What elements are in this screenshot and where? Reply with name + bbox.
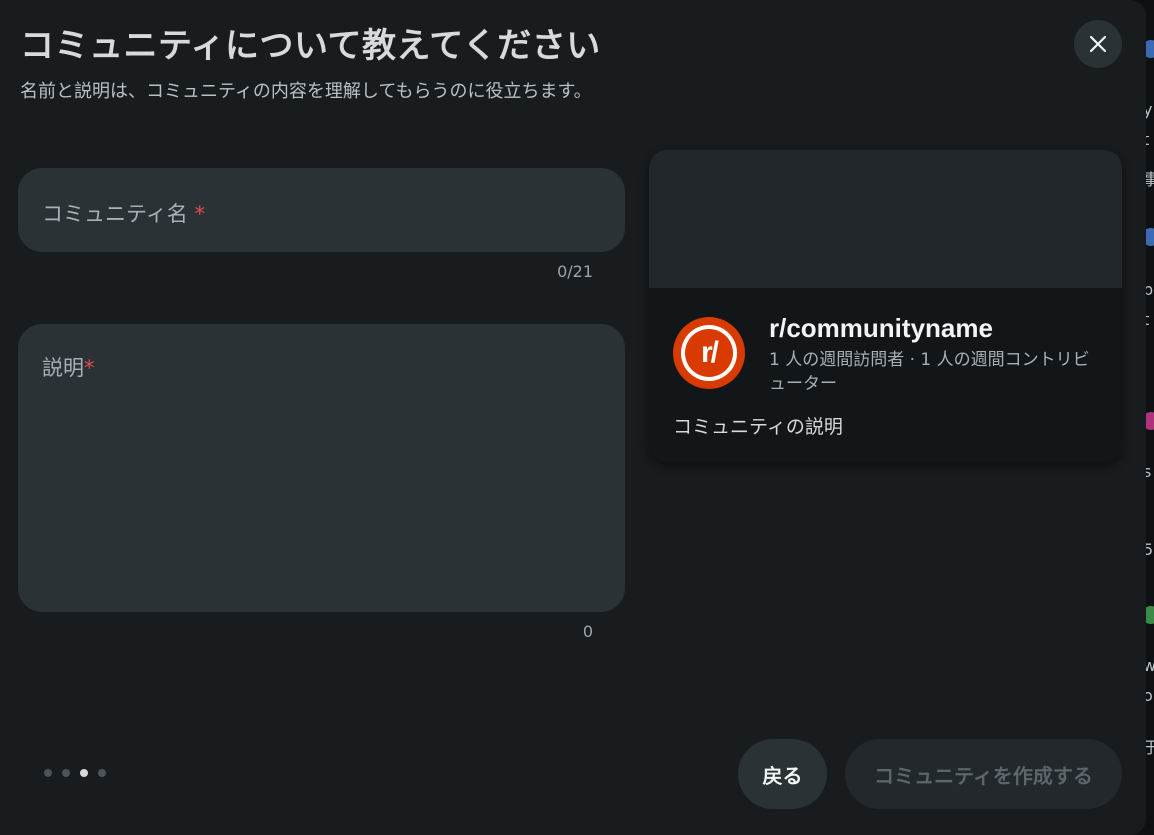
close-button[interactable]: [1074, 20, 1122, 68]
community-name-label-text: コミュニティ名: [42, 202, 188, 226]
community-preview-card: r/ r/communityname 1 人の週間訪問者 · 1 人の週間コント…: [649, 150, 1122, 462]
community-name-input[interactable]: コミュニティ名 *: [18, 168, 625, 252]
community-avatar: r/: [673, 317, 745, 389]
step-dot-active: [80, 769, 88, 777]
preview-banner: [649, 150, 1122, 288]
preview-stats: 1 人の週間訪問者 · 1 人の週間コントリビューター: [769, 350, 1090, 394]
step-dot: [62, 769, 70, 777]
description-counter: 0: [582, 622, 593, 641]
community-name-counter: 0/21: [557, 262, 593, 281]
step-dot: [98, 769, 106, 777]
back-button[interactable]: 戻る: [738, 739, 827, 809]
community-name-label: コミュニティ名 *: [42, 198, 205, 228]
step-dot: [44, 769, 52, 777]
preview-description: コミュニティの説明: [673, 416, 843, 438]
required-mark: *: [84, 356, 95, 380]
required-mark: *: [194, 202, 205, 226]
create-community-button[interactable]: コミュニティを作成する: [845, 739, 1122, 809]
description-label-text: 説明: [42, 356, 84, 380]
reddit-community-icon: r/: [685, 329, 733, 377]
preview-community-name: r/communityname: [769, 313, 993, 343]
dialog-title: コミュニティについて教えてください: [20, 26, 601, 66]
dialog-subtitle: 名前と説明は、コミュニティの内容を理解してもらうのに役立ちます。: [20, 81, 592, 102]
close-icon: [1089, 35, 1107, 53]
description-textarea[interactable]: 説明*: [18, 324, 625, 612]
description-label: 説明*: [42, 352, 95, 382]
create-community-dialog: コミュニティについて教えてください 名前と説明は、コミュニティの内容を理解しても…: [0, 0, 1146, 835]
step-indicator: [44, 769, 106, 777]
